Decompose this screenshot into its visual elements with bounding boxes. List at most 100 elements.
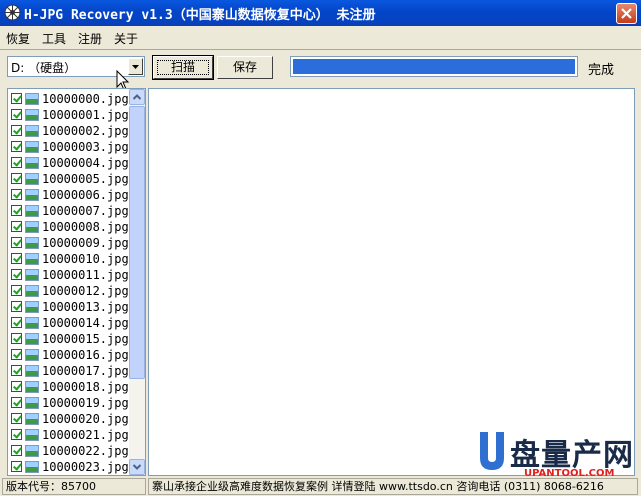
file-name: 10000006.jpg bbox=[42, 188, 129, 202]
jpg-file-icon bbox=[25, 237, 39, 249]
drive-select-value: D: （硬盘） bbox=[11, 61, 77, 75]
drive-dropdown-button[interactable] bbox=[128, 58, 143, 75]
scroll-down-button[interactable] bbox=[129, 459, 145, 475]
jpg-file-icon bbox=[25, 333, 39, 345]
file-checkbox[interactable] bbox=[11, 253, 22, 264]
save-button[interactable]: 保存 bbox=[217, 56, 273, 79]
jpg-file-icon bbox=[25, 413, 39, 425]
scan-status: 完成 bbox=[588, 63, 615, 78]
file-list-item[interactable]: 10000018.jpg bbox=[8, 379, 132, 395]
file-name: 10000023.jpg bbox=[42, 460, 129, 474]
file-list-item[interactable]: 10000010.jpg bbox=[8, 251, 132, 267]
menu-divider bbox=[0, 49, 641, 50]
file-name: 10000008.jpg bbox=[42, 220, 129, 234]
file-rows: 10000000.jpg 10000001.jpg 10000002.jpg 1000… bbox=[8, 91, 132, 475]
file-list-item[interactable]: 10000012.jpg bbox=[8, 283, 132, 299]
scan-button[interactable]: 扫描 bbox=[152, 55, 214, 80]
menu-register[interactable]: 注册 bbox=[72, 27, 108, 49]
file-checkbox[interactable] bbox=[11, 141, 22, 152]
recovered-file-list[interactable]: 10000000.jpg 10000001.jpg 10000002.jpg 1000… bbox=[7, 88, 146, 476]
file-checkbox[interactable] bbox=[11, 317, 22, 328]
scroll-up-button[interactable] bbox=[129, 89, 145, 105]
jpg-file-icon bbox=[25, 445, 39, 457]
jpg-file-icon bbox=[25, 269, 39, 281]
file-list-item[interactable]: 10000001.jpg bbox=[8, 107, 132, 123]
file-name: 10000022.jpg bbox=[42, 444, 129, 458]
file-checkbox[interactable] bbox=[11, 445, 22, 456]
jpg-file-icon bbox=[25, 205, 39, 217]
file-list-item[interactable]: 10000011.jpg bbox=[8, 267, 132, 283]
file-checkbox[interactable] bbox=[11, 365, 22, 376]
file-checkbox[interactable] bbox=[11, 157, 22, 168]
menu-tools[interactable]: 工具 bbox=[36, 27, 72, 49]
file-checkbox[interactable] bbox=[11, 301, 22, 312]
file-list-item[interactable]: 10000021.jpg bbox=[8, 427, 132, 443]
file-checkbox[interactable] bbox=[11, 269, 22, 280]
file-list-item[interactable]: 10000003.jpg bbox=[8, 139, 132, 155]
file-checkbox[interactable] bbox=[11, 109, 22, 120]
file-checkbox[interactable] bbox=[11, 173, 22, 184]
file-checkbox[interactable] bbox=[11, 349, 22, 360]
file-list-item[interactable]: 10000004.jpg bbox=[8, 155, 132, 171]
save-button-label: 保存 bbox=[232, 60, 257, 74]
file-list-item[interactable]: 10000017.jpg bbox=[8, 363, 132, 379]
jpg-file-icon bbox=[25, 461, 39, 473]
file-name: 10000011.jpg bbox=[42, 268, 129, 282]
chevron-down-icon bbox=[132, 464, 142, 470]
file-name: 10000004.jpg bbox=[42, 156, 129, 170]
file-list-item[interactable]: 10000002.jpg bbox=[8, 123, 132, 139]
file-name: 10000021.jpg bbox=[42, 428, 129, 442]
file-checkbox[interactable] bbox=[11, 221, 22, 232]
file-checkbox[interactable] bbox=[11, 93, 22, 104]
file-checkbox[interactable] bbox=[11, 237, 22, 248]
file-name: 10000018.jpg bbox=[42, 380, 129, 394]
file-list-item[interactable]: 10000005.jpg bbox=[8, 171, 132, 187]
scroll-thumb[interactable] bbox=[129, 106, 145, 379]
file-checkbox[interactable] bbox=[11, 413, 22, 424]
file-checkbox[interactable] bbox=[11, 189, 22, 200]
file-checkbox[interactable] bbox=[11, 429, 22, 440]
file-checkbox[interactable] bbox=[11, 285, 22, 296]
jpg-file-icon bbox=[25, 301, 39, 313]
file-list-item[interactable]: 10000009.jpg bbox=[8, 235, 132, 251]
file-list-item[interactable]: 10000016.jpg bbox=[8, 347, 132, 363]
file-name: 10000016.jpg bbox=[42, 348, 129, 362]
jpg-file-icon bbox=[25, 397, 39, 409]
file-name: 10000009.jpg bbox=[42, 236, 129, 250]
app-icon bbox=[4, 4, 21, 21]
file-list-item[interactable]: 10000015.jpg bbox=[8, 331, 132, 347]
file-list-item[interactable]: 10000007.jpg bbox=[8, 203, 132, 219]
chevron-up-icon bbox=[132, 94, 142, 100]
file-list-item[interactable]: 10000023.jpg bbox=[8, 459, 132, 475]
app-window: H-JPG Recovery v1.3（中国寨山数据恢复中心） 未注册 恢复 工… bbox=[0, 0, 641, 496]
watermark-url: UPANTOOL.COM bbox=[524, 468, 615, 479]
menu-about[interactable]: 关于 bbox=[108, 27, 144, 49]
file-list-scrollbar[interactable] bbox=[129, 89, 145, 475]
title-bar[interactable]: H-JPG Recovery v1.3（中国寨山数据恢复中心） 未注册 bbox=[0, 0, 641, 26]
file-checkbox[interactable] bbox=[11, 397, 22, 408]
file-name: 10000007.jpg bbox=[42, 204, 129, 218]
file-checkbox[interactable] bbox=[11, 333, 22, 344]
file-list-item[interactable]: 10000014.jpg bbox=[8, 315, 132, 331]
jpg-file-icon bbox=[25, 109, 39, 121]
jpg-file-icon bbox=[25, 365, 39, 377]
file-checkbox[interactable] bbox=[11, 381, 22, 392]
watermark: 盘量产网 UPANTOOL.COM bbox=[476, 430, 636, 482]
file-name: 10000005.jpg bbox=[42, 172, 129, 186]
file-list-item[interactable]: 10000000.jpg bbox=[8, 91, 132, 107]
file-list-item[interactable]: 10000022.jpg bbox=[8, 443, 132, 459]
file-checkbox[interactable] bbox=[11, 461, 22, 472]
file-list-item[interactable]: 10000013.jpg bbox=[8, 299, 132, 315]
file-name: 10000015.jpg bbox=[42, 332, 129, 346]
jpg-file-icon bbox=[25, 141, 39, 153]
file-list-item[interactable]: 10000006.jpg bbox=[8, 187, 132, 203]
file-checkbox[interactable] bbox=[11, 125, 22, 136]
close-button[interactable] bbox=[616, 3, 637, 24]
file-checkbox[interactable] bbox=[11, 205, 22, 216]
file-list-item[interactable]: 10000020.jpg bbox=[8, 411, 132, 427]
menu-recover[interactable]: 恢复 bbox=[0, 27, 36, 49]
file-list-item[interactable]: 10000019.jpg bbox=[8, 395, 132, 411]
file-list-item[interactable]: 10000008.jpg bbox=[8, 219, 132, 235]
jpg-file-icon bbox=[25, 317, 39, 329]
image-preview-pane bbox=[148, 88, 635, 476]
